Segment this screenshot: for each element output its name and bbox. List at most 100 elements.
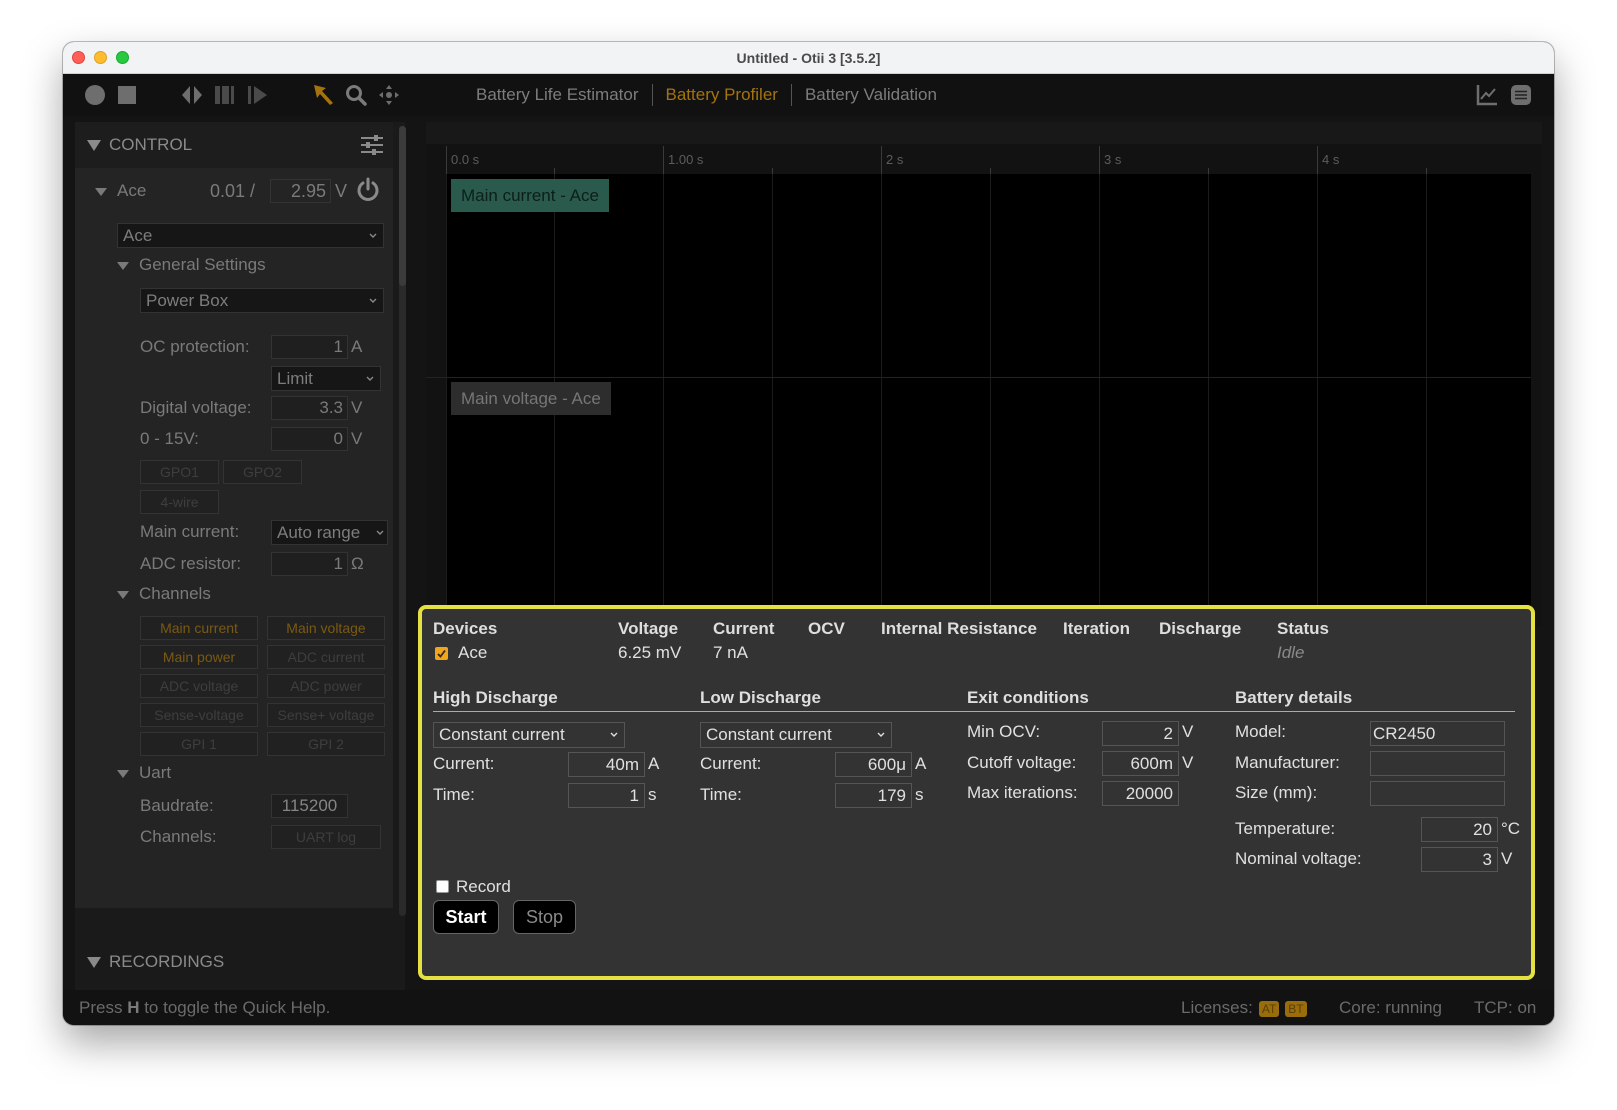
grid-line bbox=[772, 174, 773, 626]
sidebar-scroll-thumb[interactable] bbox=[399, 126, 406, 286]
trace-divider bbox=[426, 377, 1531, 378]
start-button[interactable]: Start bbox=[433, 900, 499, 934]
grid-line bbox=[1208, 174, 1209, 626]
play-next-icon[interactable] bbox=[246, 83, 270, 107]
tab-battery-life-estimator[interactable]: Battery Life Estimator bbox=[463, 85, 652, 105]
trace-label-main-current[interactable]: Main current - Ace bbox=[451, 179, 609, 212]
channel-main-power[interactable]: Main power bbox=[140, 645, 258, 669]
device-checkbox[interactable] bbox=[435, 647, 448, 660]
channel-sense-minus-voltage[interactable]: Sense-voltage bbox=[140, 703, 258, 727]
tab-battery-profiler[interactable]: Battery Profiler bbox=[653, 85, 791, 105]
oc-protection-field[interactable]: 1 bbox=[271, 335, 348, 359]
channel-adc-voltage[interactable]: ADC voltage bbox=[140, 674, 258, 698]
channel-main-voltage[interactable]: Main voltage bbox=[267, 616, 385, 640]
cutoff-voltage-field[interactable]: 600m bbox=[1102, 751, 1179, 776]
gpo2-button[interactable]: GPO2 bbox=[223, 460, 302, 484]
model-field[interactable]: CR2450 bbox=[1370, 721, 1505, 746]
digital-voltage-field[interactable]: 3.3 bbox=[271, 396, 348, 420]
help-suffix: to toggle the Quick Help. bbox=[139, 997, 331, 1017]
stop-icon[interactable] bbox=[115, 83, 139, 107]
adc-resistor-field[interactable]: 1 bbox=[271, 552, 348, 576]
chart-icon[interactable] bbox=[1475, 83, 1499, 107]
chevron-down-icon bbox=[369, 298, 377, 303]
oc-protection-unit: A bbox=[351, 337, 363, 356]
high-current-label: Current: bbox=[433, 754, 495, 773]
low-discharge-mode-select[interactable]: Constant current bbox=[700, 722, 892, 748]
minimize-window-button[interactable] bbox=[94, 51, 107, 64]
low-time-field[interactable]: 179 bbox=[835, 783, 912, 808]
high-discharge-mode-select[interactable]: Constant current bbox=[433, 722, 625, 748]
size-field[interactable] bbox=[1370, 781, 1505, 806]
grid-line bbox=[1426, 174, 1427, 626]
menu-icon[interactable] bbox=[1509, 83, 1533, 107]
general-settings-title: General Settings bbox=[139, 255, 266, 274]
channel-sense-plus-voltage[interactable]: Sense+ voltage bbox=[267, 703, 385, 727]
four-wire-button[interactable]: 4-wire bbox=[140, 490, 219, 514]
main-current-label: Main current: bbox=[140, 522, 240, 541]
time-ruler[interactable]: 0.0 s 1.00 s 2 s 3 s 4 s bbox=[426, 144, 1542, 174]
maximize-window-button[interactable] bbox=[116, 51, 129, 64]
pointer-icon[interactable] bbox=[312, 83, 336, 107]
plot-view[interactable]: 0.0 s 1.00 s 2 s 3 s 4 s Main current - … bbox=[426, 122, 1542, 627]
high-time-field[interactable]: 1 bbox=[568, 783, 645, 808]
record-icon[interactable] bbox=[83, 83, 107, 107]
manufacturer-field[interactable] bbox=[1370, 751, 1505, 776]
oc-mode-select[interactable]: Limit bbox=[271, 366, 381, 391]
license-badge-bt: BT bbox=[1285, 1000, 1307, 1017]
control-header[interactable]: CONTROL bbox=[75, 122, 393, 168]
bars-icon[interactable] bbox=[213, 83, 237, 107]
channel-gpi1[interactable]: GPI 1 bbox=[140, 732, 258, 756]
max-iterations-field[interactable]: 20000 bbox=[1102, 781, 1179, 806]
channel-main-current[interactable]: Main current bbox=[140, 616, 258, 640]
zoom-icon[interactable] bbox=[344, 83, 368, 107]
power-icon[interactable] bbox=[355, 177, 381, 208]
split-icon[interactable] bbox=[180, 83, 204, 107]
header-current: Current bbox=[713, 619, 775, 638]
main-current-value: Auto range bbox=[277, 523, 361, 542]
plot-area[interactable]: Main current - Ace Main voltage - Ace bbox=[426, 174, 1531, 626]
chevron-down-icon bbox=[376, 530, 384, 535]
uart-log-button[interactable]: UART log bbox=[271, 825, 381, 849]
nominal-voltage-field[interactable]: 3 bbox=[1421, 847, 1498, 872]
channel-adc-power[interactable]: ADC power bbox=[267, 674, 385, 698]
tick-label: 0.0 s bbox=[451, 152, 480, 167]
header-devices: Devices bbox=[433, 619, 498, 638]
device-select[interactable]: Ace bbox=[117, 223, 384, 248]
channels-header[interactable]: Channels bbox=[117, 584, 211, 604]
main-current-select[interactable]: Auto range bbox=[271, 520, 388, 545]
channel-adc-current[interactable]: ADC current bbox=[267, 645, 385, 669]
general-settings-header[interactable]: General Settings bbox=[117, 255, 266, 275]
tab-battery-validation[interactable]: Battery Validation bbox=[792, 85, 950, 105]
high-current-field[interactable]: 40m bbox=[568, 752, 645, 777]
temperature-field[interactable]: 20 bbox=[1421, 817, 1498, 842]
plot-overview-bar[interactable] bbox=[426, 122, 1542, 144]
baudrate-field[interactable]: 115200 bbox=[271, 794, 348, 818]
grid-line bbox=[1099, 174, 1100, 626]
device-voltage-field[interactable]: 2.95 bbox=[270, 179, 331, 203]
tick-label: 2 s bbox=[886, 152, 904, 167]
trace-label-main-voltage[interactable]: Main voltage - Ace bbox=[451, 382, 611, 415]
collapse-triangle-icon bbox=[117, 770, 129, 778]
power-mode-select[interactable]: Power Box bbox=[140, 288, 384, 313]
settings-sliders-icon[interactable] bbox=[360, 134, 384, 161]
low-current-unit: A bbox=[915, 754, 927, 773]
battery-details-title: Battery details bbox=[1235, 688, 1353, 707]
recordings-header[interactable]: RECORDINGS bbox=[87, 952, 224, 972]
stop-button[interactable]: Stop bbox=[513, 900, 576, 934]
sidebar-scrollbar[interactable] bbox=[399, 126, 406, 916]
pan-icon[interactable] bbox=[377, 83, 401, 107]
uart-header[interactable]: Uart bbox=[117, 763, 171, 783]
low-time-label: Time: bbox=[700, 785, 742, 804]
control-sidebar: CONTROL Ace 0.01 / 2.95 V Ace General Se… bbox=[75, 122, 406, 992]
channel-gpi2[interactable]: GPI 2 bbox=[267, 732, 385, 756]
range-field[interactable]: 0 bbox=[271, 427, 348, 451]
close-window-button[interactable] bbox=[72, 51, 85, 64]
nominal-voltage-unit: V bbox=[1501, 849, 1513, 868]
low-current-field[interactable]: 600μ bbox=[835, 752, 912, 777]
header-voltage: Voltage bbox=[618, 619, 679, 638]
gpo1-button[interactable]: GPO1 bbox=[140, 460, 219, 484]
min-ocv-field[interactable]: 2 bbox=[1102, 721, 1179, 746]
device-header[interactable]: Ace bbox=[95, 181, 146, 201]
tick-label: 4 s bbox=[1322, 152, 1340, 167]
record-checkbox[interactable] bbox=[436, 880, 449, 893]
